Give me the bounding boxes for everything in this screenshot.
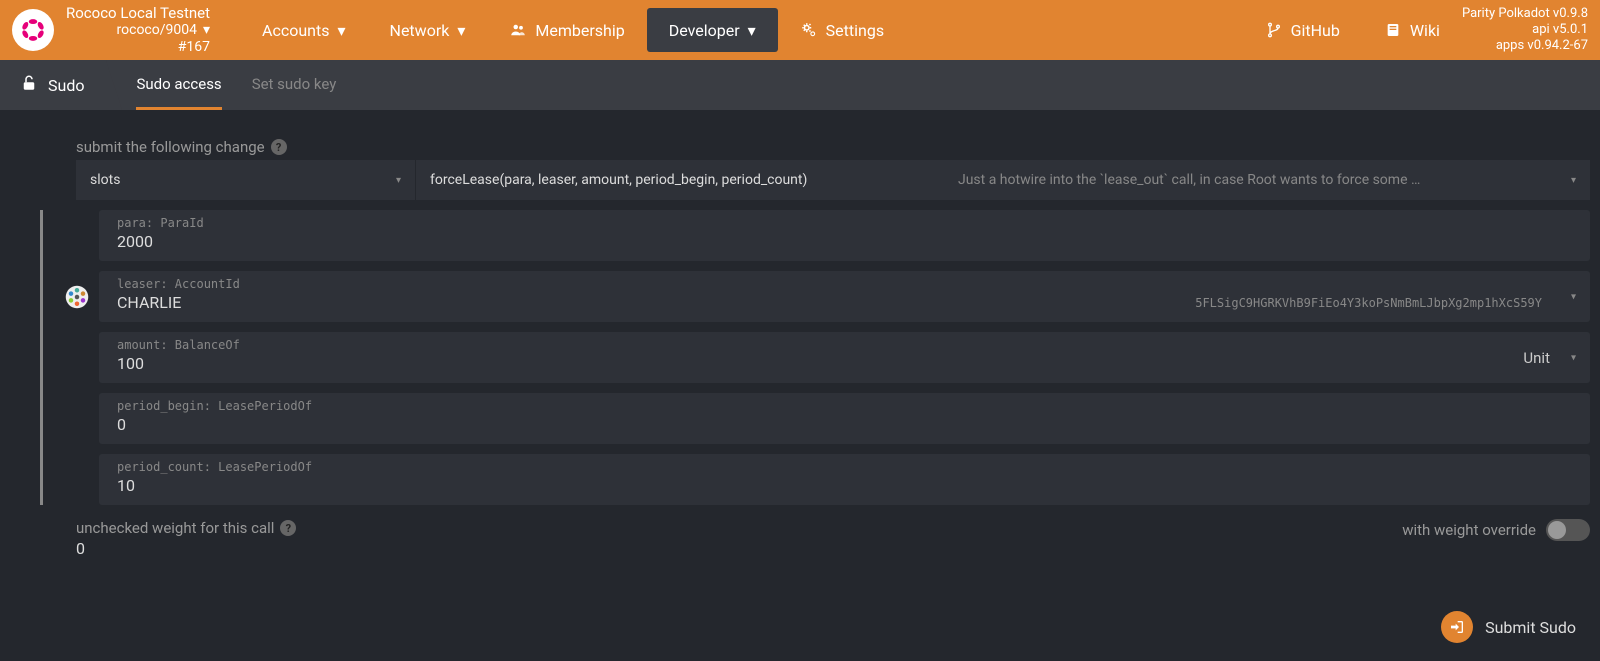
period-count-input[interactable]: 10 xyxy=(99,474,1590,505)
nav-network[interactable]: Network ▾ xyxy=(368,8,488,52)
version-info: Parity Polkadot v0.9.8 api v5.0.1 apps v… xyxy=(1462,6,1588,55)
code-branch-icon xyxy=(1265,21,1283,39)
leaser-account-name: CHARLIE xyxy=(117,293,181,312)
nav-divider xyxy=(104,60,130,110)
leaser-account-address: 5FLSigC9HGRKVhB9FiEo4Y3koPsNmBmLJbpXg2mp… xyxy=(1195,296,1572,310)
sign-in-icon xyxy=(1441,611,1473,643)
cogs-icon xyxy=(800,21,818,39)
main-content: submit the following change ? slots ▾ fo… xyxy=(0,110,1600,568)
page-title: Sudo xyxy=(20,74,104,96)
chevron-down-icon: ▾ xyxy=(457,21,465,40)
chevron-down-icon: ▾ xyxy=(1571,352,1576,363)
link-wiki[interactable]: Wiki xyxy=(1362,8,1462,52)
param-leaser[interactable]: leaser: AccountId CHARLIE 5FLSigC9HGRKVh… xyxy=(99,271,1590,322)
sub-nav: Sudo Sudo access Set sudo key xyxy=(0,60,1600,110)
book-icon xyxy=(1384,21,1402,39)
chevron-down-icon: ▾ xyxy=(1571,291,1576,302)
para-input[interactable]: 2000 xyxy=(99,230,1590,261)
top-bar: Rococo Local Testnet rococo/9004 ▾ #167 … xyxy=(0,0,1600,60)
network-spec: rococo/9004 xyxy=(117,22,197,39)
polkadot-logo-icon xyxy=(19,16,47,44)
polkadot-logo[interactable] xyxy=(12,9,54,51)
amount-unit[interactable]: Unit xyxy=(1523,349,1550,367)
param-period-count[interactable]: period_count: LeasePeriodOf 10 xyxy=(99,454,1590,505)
method-description: Just a hotwire into the `lease_out` call… xyxy=(958,172,1420,188)
params-block: para: ParaId 2000 leaser: AccountId xyxy=(40,210,1590,505)
chevron-down-icon: ▾ xyxy=(396,175,401,186)
chevron-down-icon: ▾ xyxy=(748,21,756,40)
nav-settings[interactable]: Settings xyxy=(778,8,906,52)
weight-override-label: with weight override xyxy=(1402,521,1536,539)
identicon xyxy=(65,285,89,309)
main-nav: Accounts ▾ Network ▾ Membership Develope… xyxy=(240,0,906,60)
weight-row: unchecked weight for this call ? 0 with … xyxy=(76,519,1590,558)
param-amount[interactable]: amount: BalanceOf 100 Unit ▾ xyxy=(99,332,1590,383)
param-para[interactable]: para: ParaId 2000 xyxy=(99,210,1590,261)
network-selector[interactable]: Rococo Local Testnet rococo/9004 ▾ #167 xyxy=(66,4,210,56)
users-icon xyxy=(509,21,527,39)
chevron-down-icon: ▾ xyxy=(203,22,210,39)
network-name: Rococo Local Testnet xyxy=(66,4,210,22)
nav-accounts[interactable]: Accounts ▾ xyxy=(240,8,368,52)
tab-set-sudo-key[interactable]: Set sudo key xyxy=(252,60,337,110)
chevron-down-icon: ▾ xyxy=(1571,175,1576,186)
help-icon[interactable]: ? xyxy=(280,520,296,536)
extrinsic-selector: slots ▾ forceLease(para, leaser, amount,… xyxy=(76,160,1590,200)
submit-sudo-button[interactable]: Submit Sudo xyxy=(1441,611,1576,643)
weight-override-toggle[interactable] xyxy=(1546,519,1590,541)
chevron-down-icon: ▾ xyxy=(338,21,346,40)
nav-membership[interactable]: Membership xyxy=(487,8,646,52)
block-number: #167 xyxy=(178,39,210,56)
help-icon[interactable]: ? xyxy=(271,139,287,155)
module-select[interactable]: slots ▾ xyxy=(76,160,416,200)
method-select[interactable]: forceLease(para, leaser, amount, period_… xyxy=(416,160,1590,200)
param-period-begin[interactable]: period_begin: LeasePeriodOf 0 xyxy=(99,393,1590,444)
amount-input[interactable]: 100 xyxy=(99,352,1590,383)
period-begin-input[interactable]: 0 xyxy=(99,413,1590,444)
submit-change-label: submit the following change ? xyxy=(76,138,1590,156)
unlock-icon xyxy=(20,74,38,96)
nav-developer[interactable]: Developer ▾ xyxy=(647,8,778,52)
link-github[interactable]: GitHub xyxy=(1243,8,1362,52)
weight-value: 0 xyxy=(76,539,1402,558)
tab-sudo-access[interactable]: Sudo access xyxy=(136,60,221,110)
external-links: GitHub Wiki xyxy=(1243,0,1462,60)
